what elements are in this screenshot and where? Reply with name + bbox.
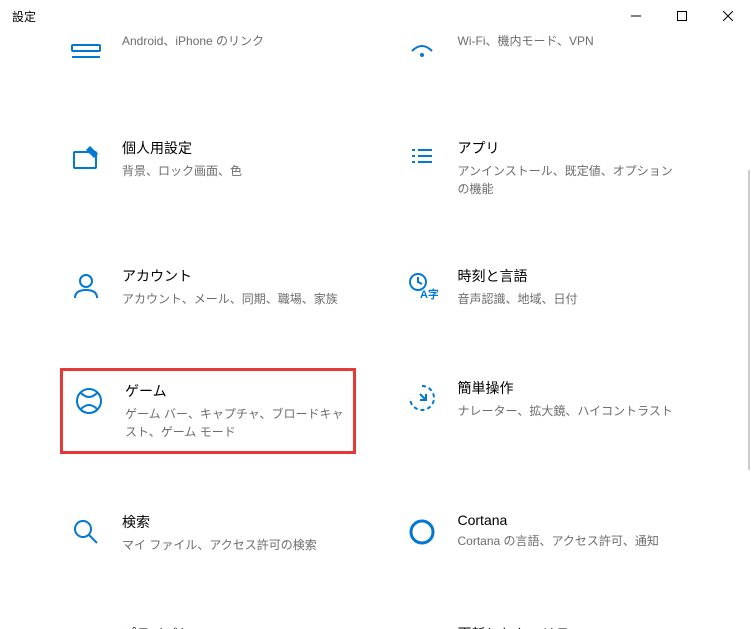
window-title: 設定 bbox=[12, 8, 613, 25]
tile-title: Cortana bbox=[458, 512, 684, 528]
tile-subtitle: 音声認識、地域、日付 bbox=[458, 290, 684, 308]
tile-cortana[interactable]: Cortana Cortana の言語、アクセス許可、通知 bbox=[396, 502, 692, 566]
tile-subtitle: 背景、ロック画面、色 bbox=[122, 162, 348, 180]
tile-title: 個人用設定 bbox=[122, 138, 348, 158]
svg-text:A字: A字 bbox=[420, 287, 438, 301]
tile-title: 簡単操作 bbox=[458, 378, 684, 398]
search-icon bbox=[68, 514, 104, 550]
apps-icon bbox=[404, 140, 440, 176]
tile-subtitle: マイ ファイル、アクセス許可の検索 bbox=[122, 536, 348, 554]
tile-title: アプリ bbox=[458, 138, 684, 158]
tile-network[interactable]: Wi-Fi、機内モード、VPN bbox=[396, 32, 692, 80]
minimize-button[interactable] bbox=[613, 0, 659, 32]
tile-personalization[interactable]: 個人用設定 背景、ロック画面、色 bbox=[60, 128, 356, 208]
tile-ease-of-access[interactable]: 簡単操作 ナレーター、拡大鏡、ハイコントラスト bbox=[396, 368, 692, 454]
cortana-icon bbox=[404, 514, 440, 550]
phone-icon bbox=[68, 34, 104, 70]
close-button[interactable] bbox=[705, 0, 751, 32]
tile-apps[interactable]: アプリ アンインストール、既定値、オプションの機能 bbox=[396, 128, 692, 208]
tile-title: プライバシー bbox=[122, 624, 348, 629]
accounts-icon bbox=[68, 268, 104, 304]
personalization-icon bbox=[68, 140, 104, 176]
tile-title: ゲーム bbox=[125, 381, 345, 401]
tile-subtitle: アカウント、メール、同期、職場、家族 bbox=[122, 290, 348, 308]
titlebar: 設定 bbox=[0, 0, 751, 32]
window-controls bbox=[613, 0, 751, 32]
tile-title: 時刻と言語 bbox=[458, 266, 684, 286]
settings-grid: Android、iPhone のリンク Wi-Fi、機内モード、VPN 個人用設… bbox=[60, 32, 691, 629]
settings-content: Android、iPhone のリンク Wi-Fi、機内モード、VPN 個人用設… bbox=[0, 32, 751, 629]
tile-phone[interactable]: Android、iPhone のリンク bbox=[60, 32, 356, 80]
tile-update-security[interactable]: 更新とセキュリティ Windows Update、回復、バックアップ bbox=[396, 614, 692, 629]
ease-of-access-icon bbox=[404, 380, 440, 416]
tile-privacy[interactable]: プライバシー 場所、カメラ、マイク bbox=[60, 614, 356, 629]
tile-search[interactable]: 検索 マイ ファイル、アクセス許可の検索 bbox=[60, 502, 356, 566]
maximize-button[interactable] bbox=[659, 0, 705, 32]
tile-subtitle: ゲーム バー、キャプチャ、ブロードキャスト、ゲーム モード bbox=[125, 405, 345, 441]
tile-accounts[interactable]: アカウント アカウント、メール、同期、職場、家族 bbox=[60, 256, 356, 320]
tile-title: 更新とセキュリティ bbox=[458, 624, 684, 629]
network-icon bbox=[404, 34, 440, 70]
scrollbar[interactable] bbox=[748, 170, 750, 470]
tile-title: アカウント bbox=[122, 266, 348, 286]
tile-subtitle: Android、iPhone のリンク bbox=[122, 32, 348, 50]
tile-title: 検索 bbox=[122, 512, 348, 532]
tile-time-language[interactable]: A字 時刻と言語 音声認識、地域、日付 bbox=[396, 256, 692, 320]
tile-gaming[interactable]: ゲーム ゲーム バー、キャプチャ、ブロードキャスト、ゲーム モード bbox=[60, 368, 356, 454]
tile-subtitle: アンインストール、既定値、オプションの機能 bbox=[458, 162, 684, 198]
gaming-icon bbox=[71, 383, 107, 419]
tile-subtitle: ナレーター、拡大鏡、ハイコントラスト bbox=[458, 402, 684, 420]
tile-subtitle: Cortana の言語、アクセス許可、通知 bbox=[458, 532, 684, 550]
tile-subtitle: Wi-Fi、機内モード、VPN bbox=[458, 32, 684, 50]
time-language-icon: A字 bbox=[404, 268, 440, 304]
